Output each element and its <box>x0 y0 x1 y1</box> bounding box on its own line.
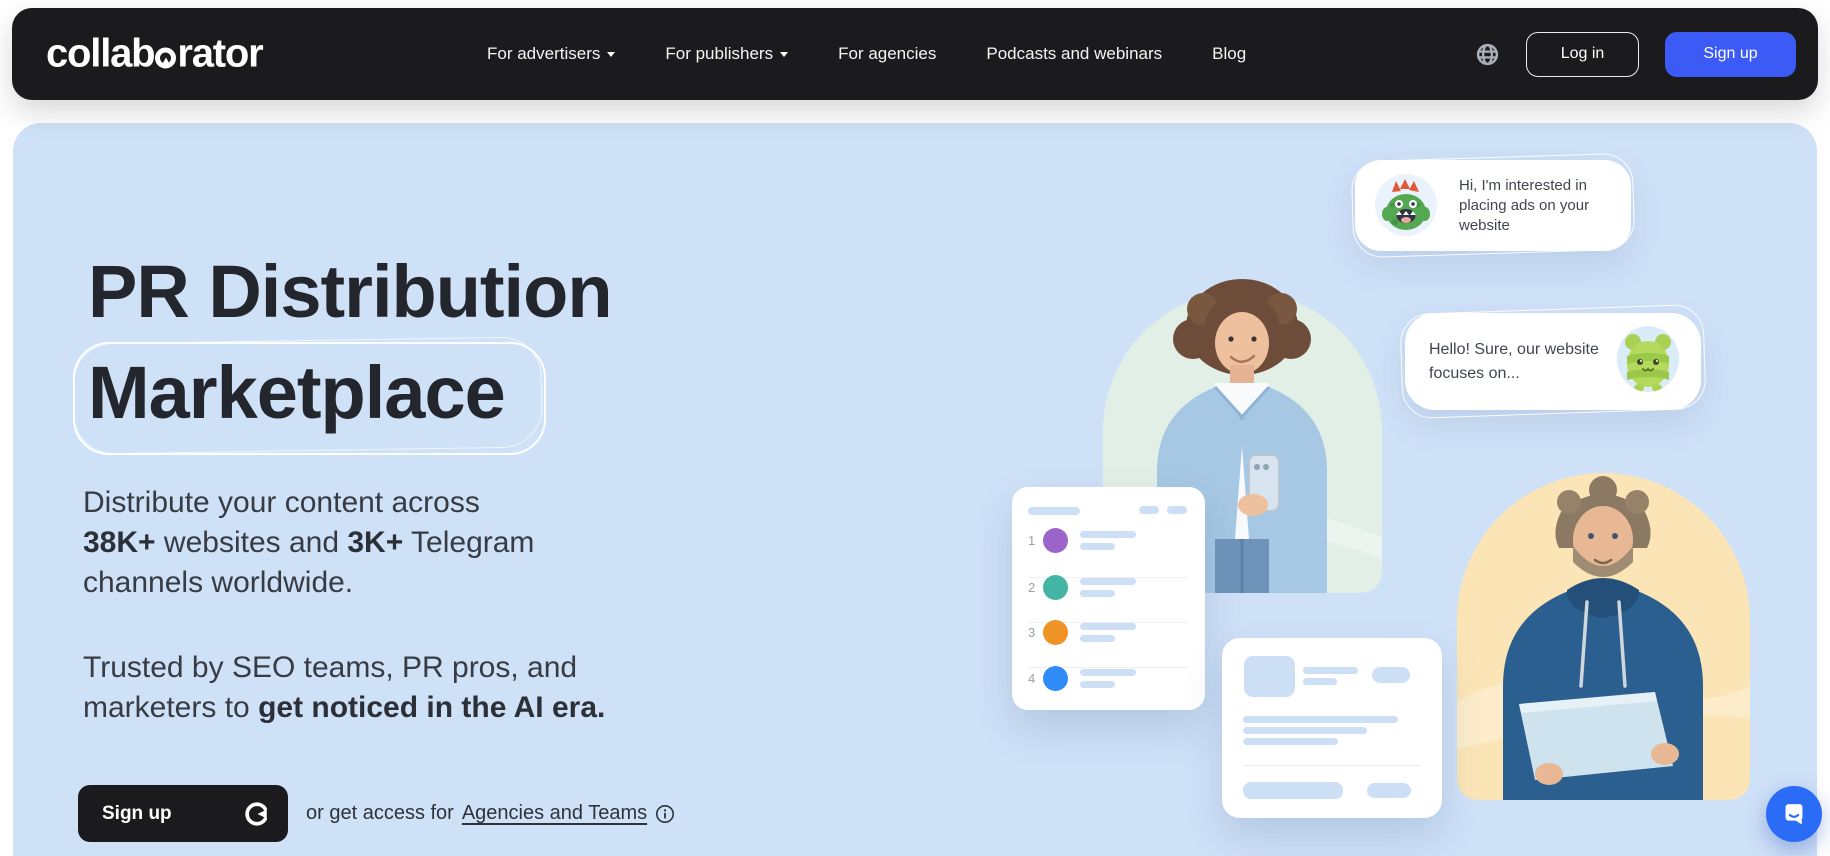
skeleton-bar <box>1080 531 1136 538</box>
info-button[interactable] <box>655 804 675 824</box>
publisher-avatar <box>1617 326 1679 392</box>
chat-bubble-icon <box>1779 799 1809 829</box>
nav-item-for-agencies[interactable]: For agencies <box>838 44 936 64</box>
hero-subtitle: Distribute your content across 38K+ webs… <box>83 483 534 603</box>
skeleton-bar <box>1243 727 1367 734</box>
skeleton-pill <box>1372 667 1410 683</box>
publisher-photo <box>1457 450 1750 800</box>
chat-bubble-publisher: Hello! Sure, our website focuses on... <box>1405 313 1701 410</box>
cta-signup-button[interactable]: Sign up <box>78 785 288 842</box>
circle-arrow-icon <box>244 801 270 827</box>
chevron-down-icon <box>780 52 788 57</box>
brand-logo[interactable]: collab rator <box>46 32 263 77</box>
chat-bubble-text: Hi, I'm interested in placing ads on you… <box>1459 176 1619 236</box>
rank-number: 4 <box>1028 671 1035 686</box>
subtitle-line1: Distribute your content across <box>83 486 480 519</box>
man-with-laptop-illustration <box>1457 450 1750 800</box>
stat-telegram: 3K+ <box>347 526 403 559</box>
skeleton-bar <box>1243 716 1398 723</box>
green-monster-icon <box>1375 174 1437 236</box>
skeleton-bar <box>1080 590 1115 597</box>
subtitle-line3: channels worldwide. <box>83 566 353 599</box>
nav-item-blog[interactable]: Blog <box>1212 44 1246 64</box>
cta-alt-text: or get access for Agencies and Teams <box>306 802 675 825</box>
nav-label: For publishers <box>665 44 773 64</box>
or-get-access-text: or get access for <box>306 802 454 825</box>
language-globe-button[interactable] <box>1475 42 1500 67</box>
nav-label: For advertisers <box>487 44 600 64</box>
login-button[interactable]: Log in <box>1526 32 1639 77</box>
skeleton-bar <box>1080 623 1136 630</box>
chat-widget-button[interactable] <box>1766 786 1822 842</box>
nav-item-for-publishers[interactable]: For publishers <box>665 44 788 64</box>
skeleton-bar <box>1080 681 1115 688</box>
chat-bubble-text: Hello! Sure, our website focuses on... <box>1429 338 1601 386</box>
main-nav: For advertisers For publishers For agenc… <box>487 8 1246 100</box>
skeleton-title-bar <box>1028 507 1080 515</box>
chat-bubble-advertiser: Hi, I'm interested in placing ads on you… <box>1355 160 1631 251</box>
chevron-down-icon <box>607 52 615 57</box>
title-line-2: Marketplace <box>88 342 612 443</box>
stat-websites: 38K+ <box>83 526 156 559</box>
skeleton-bar <box>1303 667 1358 674</box>
skeleton-bar <box>1080 669 1136 676</box>
cta-signup-label: Sign up <box>102 803 172 825</box>
logo-pin-icon <box>155 48 176 69</box>
rank-number: 3 <box>1028 625 1035 640</box>
rank-dot <box>1043 575 1068 600</box>
skeleton-bar <box>1080 635 1115 642</box>
listing-card <box>1222 638 1442 818</box>
skeleton-thumbnail <box>1244 656 1295 697</box>
rank-dot <box>1043 528 1068 553</box>
lime-monster-icon <box>1617 326 1679 392</box>
skeleton-bar <box>1243 738 1338 745</box>
nav-item-podcasts-webinars[interactable]: Podcasts and webinars <box>986 44 1162 64</box>
skeleton-bar <box>1080 543 1115 550</box>
cta-row: Sign up or get access for Agencies and T… <box>78 785 675 842</box>
skeleton-bar <box>1080 578 1136 585</box>
rank-number: 2 <box>1028 580 1035 595</box>
advertiser-avatar <box>1375 174 1437 236</box>
nav-label: For agencies <box>838 44 936 64</box>
page-title: PR Distribution Marketplace <box>88 241 612 443</box>
agencies-teams-link[interactable]: Agencies and Teams <box>462 802 647 825</box>
rank-number: 1 <box>1028 533 1035 548</box>
skeleton-pill <box>1167 506 1187 514</box>
nav-label: Podcasts and webinars <box>986 44 1162 64</box>
info-icon <box>655 804 675 824</box>
trust-line2-bold: get noticed in the AI era. <box>258 691 605 724</box>
subtitle-line2-end: Telegram <box>411 526 534 559</box>
logo-text-post: rator <box>177 32 262 77</box>
nav-item-for-advertisers[interactable]: For advertisers <box>487 44 615 64</box>
card-divider <box>1243 765 1421 766</box>
ranking-row: 3 <box>1028 611 1189 657</box>
skeleton-pill <box>1139 506 1159 514</box>
top-navbar: collab rator For advertisers For publishe… <box>12 8 1818 100</box>
hero-trust-line: Trusted by SEO teams, PR pros, and marke… <box>83 648 605 728</box>
globe-icon <box>1475 42 1500 67</box>
hero-section: PR Distribution Marketplace Distribute y… <box>13 123 1817 856</box>
trust-line1: Trusted by SEO teams, PR pros, and <box>83 651 577 684</box>
ranking-row: 1 <box>1028 519 1189 565</box>
title-line-1: PR Distribution <box>88 241 612 342</box>
logo-text-pre: collab <box>46 32 154 77</box>
navbar-actions: Log in Sign up <box>1475 8 1796 100</box>
ranking-row: 2 <box>1028 566 1189 612</box>
rank-dot <box>1043 620 1068 645</box>
trust-line2-pre: marketers to <box>83 691 250 724</box>
skeleton-pill <box>1367 783 1411 798</box>
nav-label: Blog <box>1212 44 1246 64</box>
ranking-card: 1 2 3 4 <box>1012 487 1205 710</box>
signup-button[interactable]: Sign up <box>1665 32 1796 77</box>
ranking-row: 4 <box>1028 657 1189 703</box>
subtitle-line2-mid: websites and <box>164 526 339 559</box>
rank-dot <box>1043 666 1068 691</box>
skeleton-bar <box>1303 678 1337 685</box>
skeleton-button <box>1243 782 1343 799</box>
